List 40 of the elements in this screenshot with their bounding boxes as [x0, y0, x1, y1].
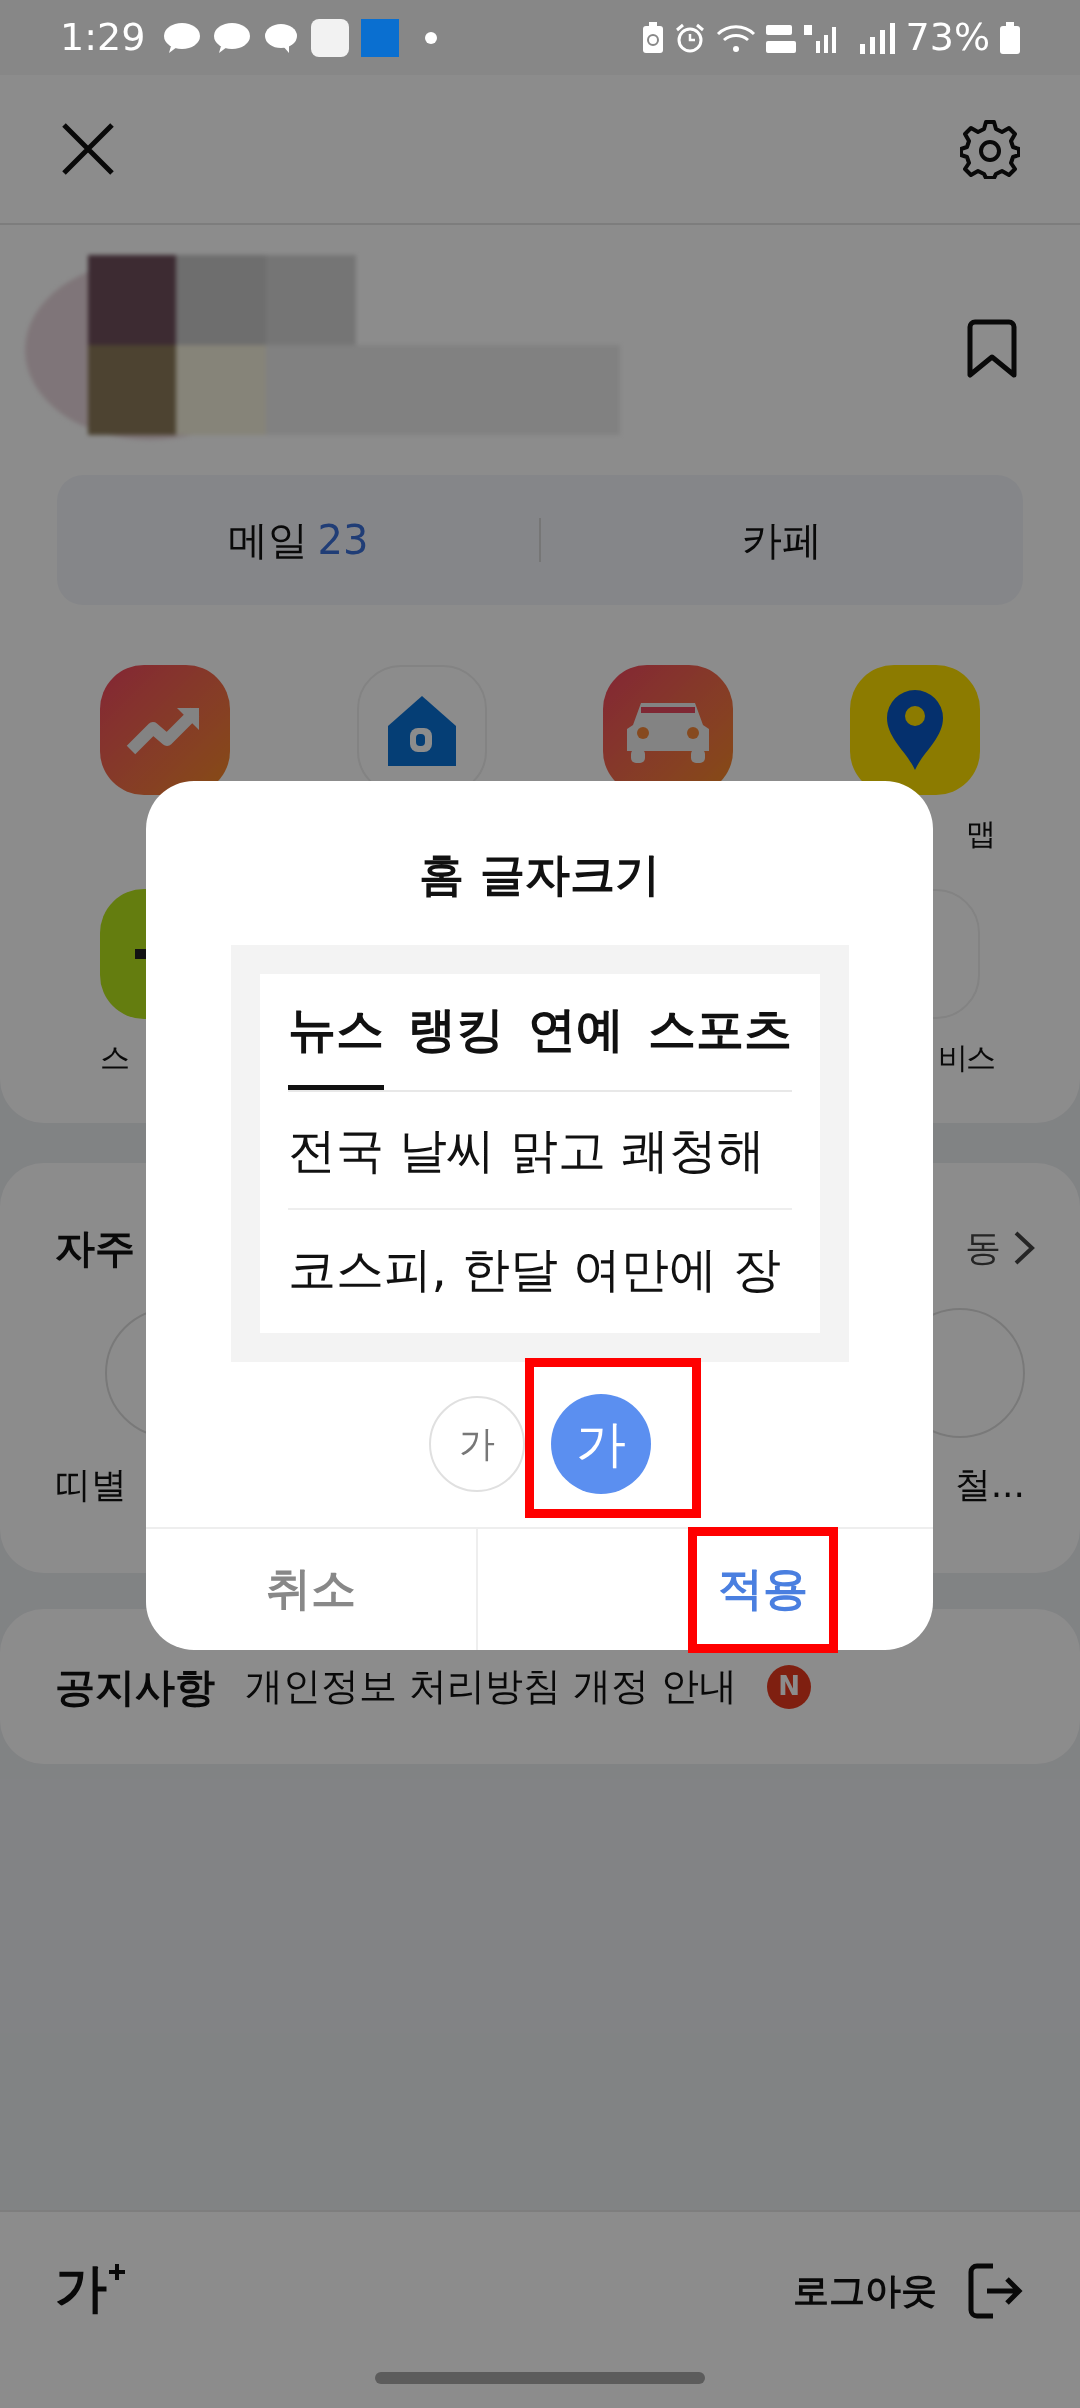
- map-pin-app-icon[interactable]: [849, 665, 980, 795]
- logout-button[interactable]: 로그아웃: [793, 2262, 1025, 2320]
- preview-tab-label: 뉴스: [287, 973, 384, 1090]
- app-label: 비스: [938, 1039, 994, 1077]
- battery-icon: [1000, 21, 1020, 54]
- messages-icon: [263, 21, 300, 54]
- plus-icon: [107, 2262, 127, 2282]
- battery-saver-icon: [641, 21, 664, 54]
- new-badge: N: [767, 1664, 812, 1709]
- alarm-icon: [673, 21, 706, 54]
- dialog-title: 홈 글자크기: [419, 847, 660, 903]
- notice-text: 개인정보 처리방침 개정 안내: [245, 1663, 738, 1710]
- preview-tab-label: 랭킹: [407, 1000, 504, 1059]
- app-label: 스: [100, 1039, 128, 1077]
- preview-tab-label: 연예: [527, 1000, 624, 1059]
- font-size-option[interactable]: 가: [428, 1396, 525, 1492]
- account-tab[interactable]: 카페: [541, 510, 1023, 570]
- app-label: 맵: [965, 815, 994, 853]
- battery-percentage: 73%: [905, 14, 990, 61]
- font-size-button[interactable]: 가: [55, 2262, 127, 2314]
- chat-bubble-icon: [213, 21, 252, 54]
- logout-icon: [967, 2262, 1025, 2320]
- more-link[interactable]: 동: [965, 1221, 1035, 1275]
- app-notification-icon: [361, 18, 400, 57]
- notice-title: 공지사항: [55, 1662, 215, 1712]
- preview-tab-label: 스포츠: [647, 1000, 792, 1059]
- preview-headline: 전국 날씨 맑고 쾌청해: [287, 1091, 792, 1210]
- app-notification-icon: [311, 18, 350, 57]
- chat-bubble-icon: [163, 21, 202, 54]
- status-time: 1:29: [60, 14, 146, 61]
- section-title: 자주: [55, 1224, 135, 1273]
- close-icon[interactable]: [60, 121, 116, 177]
- account-tab[interactable]: 메일 23: [57, 510, 539, 570]
- shortcut-label: 철...: [954, 1463, 1025, 1507]
- font-size-option[interactable]: 가: [550, 1394, 651, 1494]
- preview-headline: 코스피, 한달 여만에 장: [287, 1239, 782, 1299]
- chevron-right-icon: [1013, 1230, 1035, 1266]
- settings-icon[interactable]: [960, 119, 1020, 179]
- trend-app-icon[interactable]: [100, 665, 230, 795]
- shortcut-label: 띠별: [55, 1463, 127, 1507]
